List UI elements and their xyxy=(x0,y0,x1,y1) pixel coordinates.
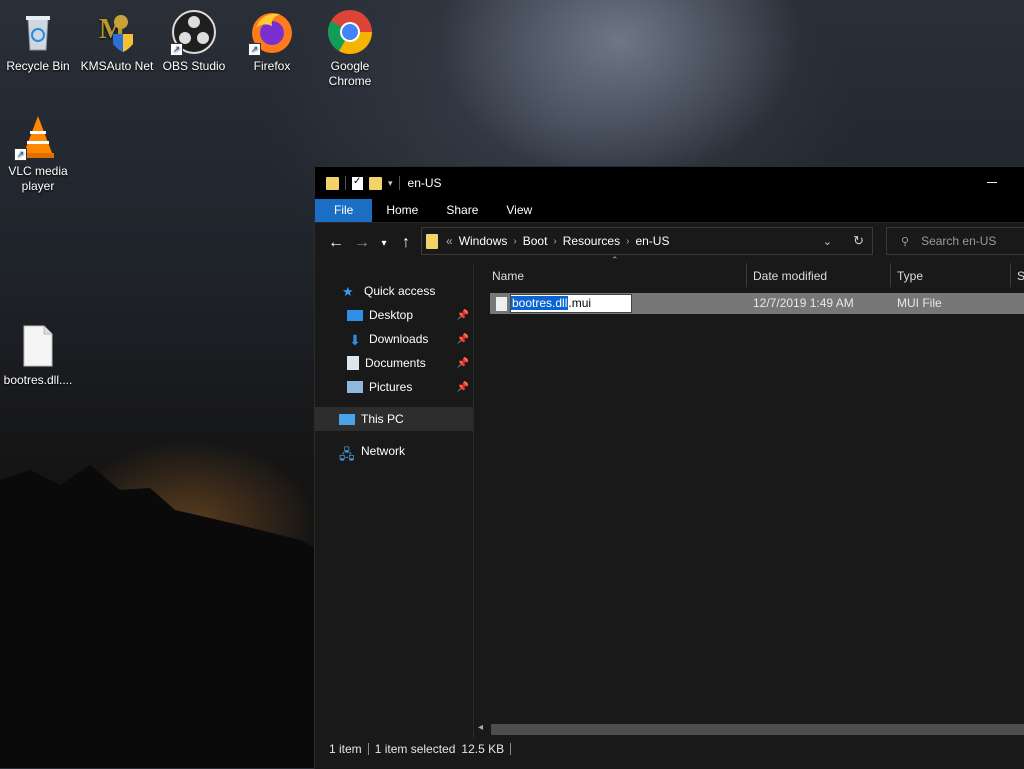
navigation-pane: ★ Quick access Desktop 📌 ⬇ Downloads 📌 D… xyxy=(315,263,473,741)
desktop-icon-vlc[interactable]: ↗ VLC media player xyxy=(0,113,76,194)
recycle-bin-icon xyxy=(14,8,62,56)
file-list: ⌃ Name Date modified Type S bootres.dll.… xyxy=(474,255,1024,721)
recent-locations-chevron-icon[interactable]: ▾ xyxy=(375,238,393,249)
minimize-button[interactable] xyxy=(987,182,997,183)
chevron-right-icon[interactable]: › xyxy=(626,236,629,247)
file-explorer-window[interactable]: ▾ en-US File Home Share View ← → ▾ ↑ « W… xyxy=(314,166,1024,769)
breadcrumb-resources[interactable]: Resources xyxy=(563,234,620,248)
desktop-icon-label: bootres.dll.... xyxy=(3,373,73,387)
pin-icon[interactable]: 📌 xyxy=(457,382,469,393)
scrollbar-thumb[interactable] xyxy=(491,724,1024,735)
file-type: MUI File xyxy=(897,296,942,310)
nav-pictures[interactable]: Pictures 📌 xyxy=(315,375,473,399)
nav-network[interactable]: 🖧 Network xyxy=(315,439,473,463)
new-folder-icon[interactable] xyxy=(369,176,382,190)
back-arrow-icon[interactable]: ← xyxy=(323,234,349,252)
star-icon: ★ xyxy=(342,284,354,299)
forward-arrow-icon[interactable]: → xyxy=(349,234,375,252)
breadcrumb-boot[interactable]: Boot xyxy=(523,234,548,248)
desktop-icon-label: Google Chrome xyxy=(328,59,372,88)
status-size: 12.5 KB xyxy=(461,742,505,756)
pin-icon[interactable]: 📌 xyxy=(457,310,469,321)
document-icon xyxy=(347,356,359,370)
file-icon xyxy=(14,322,62,370)
tab-file[interactable]: File xyxy=(315,199,373,222)
tab-home[interactable]: Home xyxy=(372,199,432,222)
breadcrumb-windows[interactable]: Windows xyxy=(459,234,508,248)
window-title: en-US xyxy=(407,176,442,190)
mountain-silhouette xyxy=(0,465,320,768)
status-bar: 1 item 1 item selected 12.5 KB xyxy=(315,738,1024,760)
status-selected: 1 item selected xyxy=(374,742,456,756)
search-box[interactable]: ⚲ Search en-US xyxy=(886,227,1024,255)
shortcut-arrow-icon: ↗ xyxy=(170,43,183,56)
nav-documents[interactable]: Documents 📌 xyxy=(315,351,473,375)
file-icon xyxy=(496,296,507,311)
desktop-icon-recycle-bin[interactable]: Recycle Bin xyxy=(0,8,76,74)
column-type[interactable]: Type xyxy=(897,269,923,283)
desktop-icon-kmsauto[interactable]: M KMSAuto Net xyxy=(79,8,155,74)
vlc-icon: ↗ xyxy=(14,113,62,161)
address-bar[interactable]: « Windows › Boot › Resources › en-US ⌄ ↻ xyxy=(421,227,873,255)
desktop-icon-label: Recycle Bin xyxy=(6,59,70,73)
up-arrow-icon[interactable]: ↑ xyxy=(393,234,419,252)
status-item-count: 1 item xyxy=(329,742,362,756)
download-arrow-icon: ⬇ xyxy=(349,332,361,348)
shortcut-arrow-icon: ↗ xyxy=(14,148,27,161)
ribbon-tabs: File Home Share View xyxy=(315,199,1024,223)
desktop-icon-label: Firefox xyxy=(253,59,291,73)
breadcrumb-en-us[interactable]: en-US xyxy=(635,234,669,248)
scroll-left-icon[interactable]: ◂ xyxy=(478,722,483,733)
properties-icon[interactable] xyxy=(352,176,363,190)
nav-this-pc[interactable]: This PC xyxy=(315,407,473,431)
refresh-icon[interactable]: ↻ xyxy=(853,233,864,249)
address-overflow[interactable]: « xyxy=(446,234,453,248)
computer-icon xyxy=(339,413,355,425)
address-dropdown-icon[interactable]: ⌄ xyxy=(823,235,832,248)
obs-icon: ↗ xyxy=(170,8,218,56)
desktop-icon-bootres-file[interactable]: bootres.dll.... xyxy=(0,322,76,388)
network-icon: 🖧 xyxy=(339,446,355,462)
pin-icon[interactable]: 📌 xyxy=(457,358,469,369)
search-icon: ⚲ xyxy=(901,235,910,248)
chevron-right-icon[interactable]: › xyxy=(553,236,556,247)
customize-toolbar-icon[interactable]: ▾ xyxy=(388,178,393,189)
horizontal-scrollbar[interactable]: ◂ xyxy=(474,721,1024,738)
desktop-icon-label: KMSAuto Net xyxy=(80,59,154,73)
column-name[interactable]: Name xyxy=(492,269,524,283)
nav-desktop[interactable]: Desktop 📌 xyxy=(315,303,473,327)
desktop-icon-firefox[interactable]: ↗ Firefox xyxy=(234,8,310,74)
title-bar[interactable]: ▾ en-US xyxy=(315,167,1024,199)
desktop-icon-obs[interactable]: ↗ OBS Studio xyxy=(156,8,232,74)
desktop-icon xyxy=(347,309,363,321)
tab-share[interactable]: Share xyxy=(432,199,492,222)
chrome-icon xyxy=(326,8,374,56)
sort-ascending-icon: ⌃ xyxy=(611,255,619,265)
tab-view[interactable]: View xyxy=(492,199,546,222)
file-date: 12/7/2019 1:49 AM xyxy=(753,296,854,310)
chevron-right-icon[interactable]: › xyxy=(513,236,516,247)
column-header-row: ⌃ Name Date modified Type S xyxy=(474,255,1024,289)
folder-icon xyxy=(426,233,438,249)
search-placeholder: Search en-US xyxy=(921,234,997,248)
desktop-icon-label: OBS Studio xyxy=(162,59,226,73)
desktop-icon-label: VLC media player xyxy=(8,164,68,193)
firefox-icon: ↗ xyxy=(248,8,296,56)
kmsauto-icon: M xyxy=(93,8,141,56)
rename-input[interactable]: bootres.dll.mui xyxy=(510,294,632,313)
quick-access-toolbar: ▾ xyxy=(326,176,400,190)
column-date-modified[interactable]: Date modified xyxy=(753,269,827,283)
nav-downloads[interactable]: ⬇ Downloads 📌 xyxy=(315,327,473,351)
folder-icon xyxy=(326,176,339,190)
table-row[interactable]: bootres.dll.mui 12/7/2019 1:49 AM MUI Fi… xyxy=(490,293,1024,314)
desktop-icon-chrome[interactable]: Google Chrome xyxy=(312,8,388,89)
nav-quick-access[interactable]: ★ Quick access xyxy=(315,279,473,303)
shortcut-arrow-icon: ↗ xyxy=(248,43,261,56)
column-size[interactable]: S xyxy=(1017,269,1024,283)
pictures-icon xyxy=(347,381,363,393)
pin-icon[interactable]: 📌 xyxy=(457,334,469,345)
